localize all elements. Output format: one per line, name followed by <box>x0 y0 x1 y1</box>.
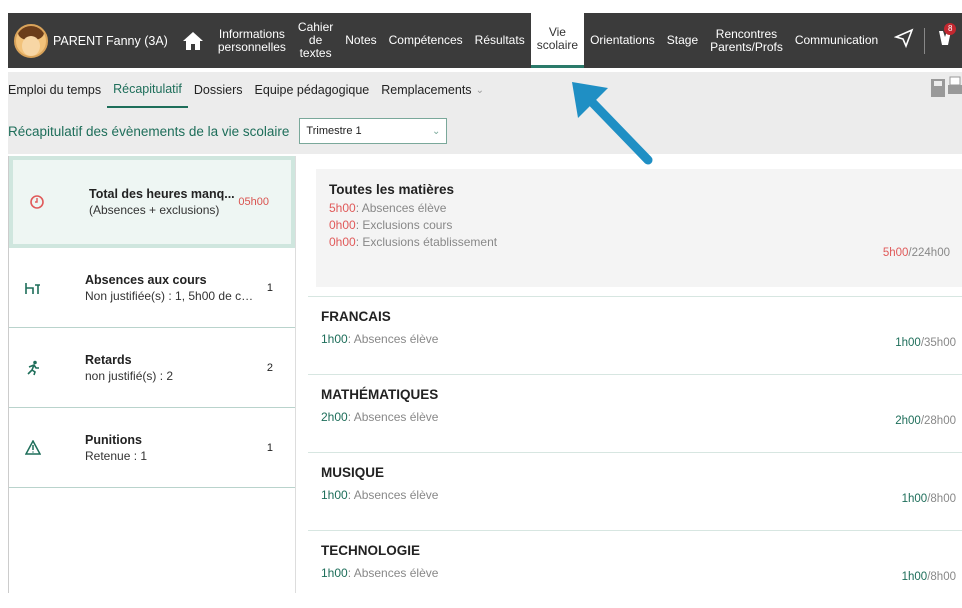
subject-name: FRANCAIS <box>321 309 391 324</box>
subject-name: TECHNOLOGIE <box>321 543 421 558</box>
summary-row: 5h00: Absences élève <box>329 201 447 215</box>
tab-recapitulatif[interactable]: Récapitulatif <box>107 72 188 108</box>
warning-icon <box>23 438 43 458</box>
tab-emploi-du-temps[interactable]: Emploi du temps <box>8 72 107 108</box>
top-navigation-bar: PARENT Fanny (3A) Informations personnel… <box>8 13 962 68</box>
event-summary-list: Total des heures manq... (Absences + exc… <box>8 156 296 593</box>
chevron-down-icon: ⌄ <box>432 125 441 137</box>
list-item-absences[interactable]: Absences aux cours Non justifiée(s) : 1,… <box>9 248 295 328</box>
item-value: 1 <box>266 441 273 454</box>
username[interactable]: PARENT Fanny (3A) <box>53 34 168 48</box>
export-icons <box>930 76 962 101</box>
main-nav: Informations personnelles Cahier de text… <box>212 13 884 68</box>
chevron-down-icon: ⌄ <box>475 84 484 96</box>
top-icons: 8 ? <box>893 23 962 54</box>
item-detail: (Absences + exclusions) <box>89 203 220 217</box>
subject-total: 1h00/8h00 <box>901 493 956 505</box>
tab-remplacements[interactable]: Remplacements ⌄ <box>375 72 490 108</box>
list-item-punitions[interactable]: Punitions Retenue : 1 1 <box>9 408 295 488</box>
running-icon <box>23 358 43 378</box>
list-item-retards[interactable]: Retards non justifié(s) : 2 2 <box>9 328 295 408</box>
subject-name: MATHÉMATIQUES <box>321 387 439 402</box>
item-value: 05h00 <box>238 196 269 208</box>
nav-resultats[interactable]: Résultats <box>469 13 531 68</box>
summary-row: 0h00: Exclusions établissement <box>329 235 498 249</box>
nav-notes[interactable]: Notes <box>339 13 382 68</box>
nav-rencontres-parents-profs[interactable]: Rencontres Parents/Profs <box>704 13 789 68</box>
nav-competences[interactable]: Compétences <box>383 13 469 68</box>
annotation-arrow-icon <box>572 82 653 165</box>
nav-orientations[interactable]: Orientations <box>584 13 661 68</box>
subject-detail: 1h00: Absences élève <box>321 488 439 502</box>
item-title: Total des heures manq... <box>89 187 235 201</box>
home-icon[interactable] <box>182 28 204 54</box>
item-title: Punitions <box>85 432 142 447</box>
send-icon[interactable] <box>893 28 914 53</box>
item-title: Absences aux cours <box>85 272 207 287</box>
clock-icon <box>27 192 47 212</box>
subject-total: 1h00/8h00 <box>901 571 956 583</box>
period-select-value: Trimestre 1 <box>306 125 362 137</box>
tab-dossiers[interactable]: Dossiers <box>188 72 249 108</box>
sub-navigation: Emploi du temps Récapitulatif Dossiers E… <box>8 72 962 108</box>
subject-row: FRANCAIS 1h00: Absences élève 1h00/35h00 <box>308 296 962 374</box>
subject-detail-panel: Toutes les matières 5h00: Absences élève… <box>308 156 962 593</box>
summary-row: 0h00: Exclusions cours <box>329 218 453 232</box>
subject-row: MUSIQUE 1h00: Absences élève 1h00/8h00 <box>308 452 962 530</box>
summary-title: Toutes les matières <box>329 182 455 197</box>
nav-vie-scolaire[interactable]: Vie scolaire <box>530 13 585 68</box>
item-detail: non justifié(s) : 2 <box>85 368 174 383</box>
item-detail: Non justifiée(s) : 1, 5h00 de cou... <box>85 288 255 303</box>
subject-name: MUSIQUE <box>321 465 385 480</box>
notifications-icon[interactable]: 8 <box>935 23 957 53</box>
nav-cahier-de-textes[interactable]: Cahier de textes <box>292 13 339 68</box>
subject-detail: 1h00: Absences élève <box>321 566 439 580</box>
subject-detail: 1h00: Absences élève <box>321 332 439 346</box>
item-detail: Retenue : 1 <box>85 448 148 463</box>
tab-equipe-pedagogique[interactable]: Equipe pédagogique <box>249 72 376 108</box>
item-value: 2 <box>266 361 273 374</box>
nav-communication[interactable]: Communication <box>789 13 884 68</box>
list-item-total-heures[interactable]: Total des heures manq... (Absences + exc… <box>9 156 295 248</box>
divider <box>924 27 926 54</box>
save-icon[interactable] <box>930 76 946 101</box>
subject-total: 2h00/28h00 <box>895 415 956 427</box>
pdf-print-icon[interactable] <box>948 76 962 101</box>
subject-total: 1h00/35h00 <box>895 337 956 349</box>
desk-icon <box>23 278 43 298</box>
item-value: 1 <box>266 281 273 294</box>
subject-row: MATHÉMATIQUES 2h00: Absences élève 2h00/… <box>308 374 962 452</box>
page-title: Récapitulatif des évènements de la vie s… <box>8 123 290 139</box>
summary-total: 5h00/224h00 <box>882 247 950 259</box>
item-title: Retards <box>85 352 132 367</box>
subject-detail: 2h00: Absences élève <box>321 410 439 424</box>
user-avatar[interactable] <box>14 23 48 58</box>
tab-remplacements-label: Remplacements <box>381 83 472 97</box>
filter-bar: Récapitulatif des évènements de la vie s… <box>8 108 962 154</box>
all-subjects-summary: Toutes les matières 5h00: Absences élève… <box>316 169 962 287</box>
subject-row: TECHNOLOGIE 1h00: Absences élève 1h00/8h… <box>308 530 962 608</box>
nav-stage[interactable]: Stage <box>661 13 704 68</box>
nav-informations-personnelles[interactable]: Informations personnelles <box>212 13 292 68</box>
period-select[interactable]: Trimestre 1 ⌄ <box>299 118 448 144</box>
